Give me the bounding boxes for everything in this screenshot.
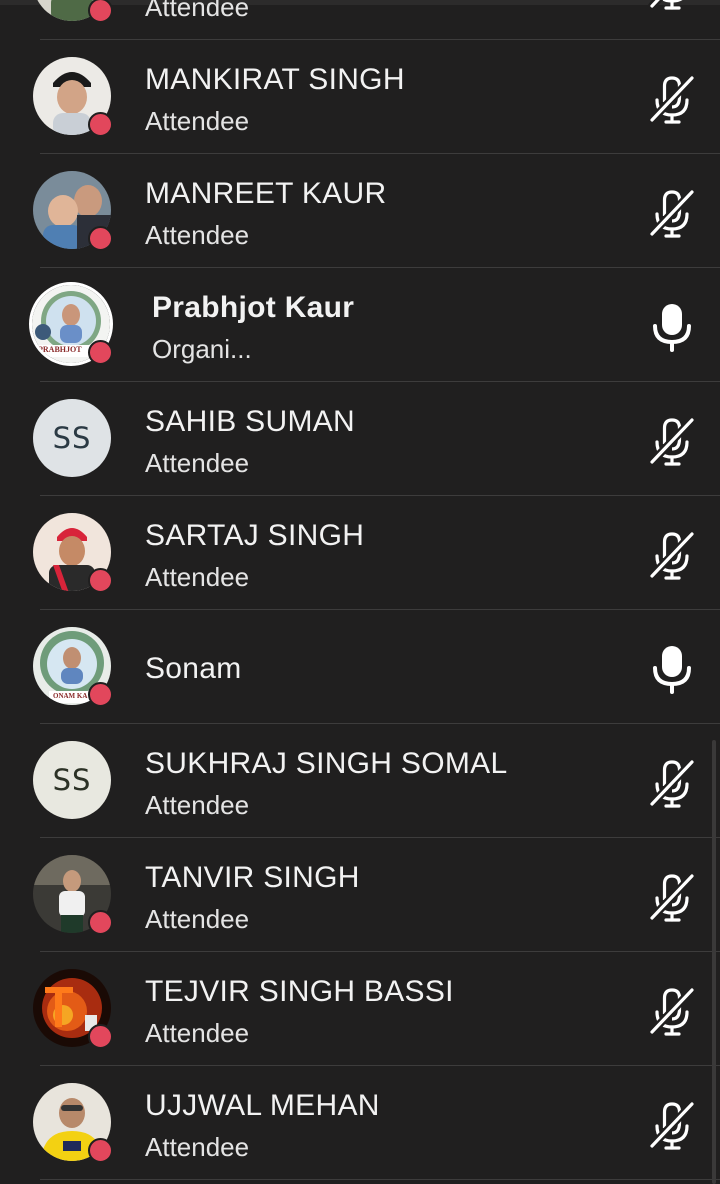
participant-role: Organi...	[152, 334, 252, 364]
participant-row[interactable]: SARTAJ SINGH Attendee	[0, 496, 720, 610]
status-dot	[88, 226, 113, 251]
status-dot	[88, 1024, 113, 1049]
participant-row[interactable]: ONAM KA Sonam	[0, 610, 720, 724]
participant-name: Prabhjot Kaur	[152, 291, 355, 324]
participant-role: Attendee	[145, 562, 250, 592]
participant-row[interactable]: UJJWAL MEHAN Attendee	[0, 1066, 720, 1180]
mic-muted-icon[interactable]	[646, 986, 698, 1036]
mic-muted-icon[interactable]	[646, 758, 698, 808]
avatar-caption: ONAM KA	[53, 692, 88, 700]
mic-muted-icon[interactable]	[646, 0, 698, 10]
participant-name: SARTAJ SINGH	[145, 519, 365, 552]
mic-muted-icon[interactable]	[646, 872, 698, 922]
participant-name: UJJWAL MEHAN	[145, 1089, 380, 1122]
participant-name: MANREET KAUR	[145, 177, 387, 210]
status-dot	[88, 340, 113, 365]
participant-name: SAHIB SUMAN	[145, 405, 356, 438]
mic-muted-icon[interactable]	[646, 1100, 698, 1150]
participant-name: MANKIRAT SINGH	[145, 63, 405, 96]
participant-row[interactable]: TANVIR SINGH Attendee	[0, 838, 720, 952]
participant-role: Attendee	[145, 790, 250, 820]
mic-on-icon[interactable]	[646, 644, 698, 694]
status-dot	[88, 1138, 113, 1163]
participant-row[interactable]: SS SUKHRAJ SINGH SOMAL Attendee	[0, 724, 720, 838]
participant-row[interactable]: TEJVIR SINGH BASSI Attendee	[0, 952, 720, 1066]
status-dot	[88, 112, 113, 137]
participant-name: Sonam	[145, 652, 242, 685]
participant-role: Attendee	[145, 1132, 250, 1162]
participant-list[interactable]: Attendee MANKIRAT SINGH Attendee MANREET…	[0, 0, 720, 1180]
participant-role: Attendee	[145, 448, 250, 478]
participant-row[interactable]: SS SAHIB SUMAN Attendee	[0, 382, 720, 496]
avatar-initials: SS	[33, 741, 111, 819]
scrollbar[interactable]	[712, 740, 716, 1184]
participant-role: Attendee	[145, 904, 250, 934]
avatar-caption: PRABHJOT	[38, 345, 82, 354]
participant-row[interactable]: Attendee	[0, 0, 720, 40]
participant-row[interactable]: PRABHJOT Prabhjot Kaur Organi...	[0, 268, 720, 382]
participant-row[interactable]: MANKIRAT SINGH Attendee	[0, 40, 720, 154]
participant-role: Attendee	[145, 1018, 250, 1048]
participant-role: Attendee	[145, 220, 250, 250]
participant-name: TANVIR SINGH	[145, 861, 360, 894]
divider	[40, 1179, 720, 1180]
mic-on-icon[interactable]	[646, 302, 698, 352]
status-dot	[88, 0, 113, 23]
status-dot	[88, 682, 113, 707]
mic-muted-icon[interactable]	[646, 416, 698, 466]
participant-name: SUKHRAJ SINGH SOMAL	[145, 747, 508, 780]
avatar-initials: SS	[33, 399, 111, 477]
participant-row[interactable]: MANREET KAUR Attendee	[0, 154, 720, 268]
participant-role: Attendee	[145, 106, 250, 136]
status-dot	[88, 568, 113, 593]
participant-name: TEJVIR SINGH BASSI	[145, 975, 454, 1008]
mic-muted-icon[interactable]	[646, 188, 698, 238]
mic-muted-icon[interactable]	[646, 530, 698, 580]
participant-role: Attendee	[145, 0, 250, 22]
status-dot	[88, 910, 113, 935]
mic-muted-icon[interactable]	[646, 74, 698, 124]
